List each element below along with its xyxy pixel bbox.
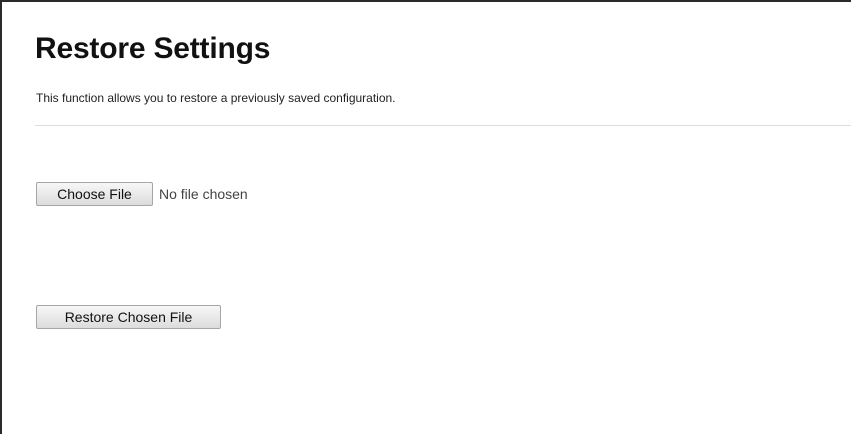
page-title: Restore Settings (35, 32, 271, 65)
page-description: This function allows you to restore a pr… (36, 91, 396, 105)
restore-chosen-file-button[interactable]: Restore Chosen File (36, 305, 221, 329)
file-status-text: No file chosen (159, 186, 248, 202)
section-divider (35, 125, 851, 126)
choose-file-button[interactable]: Choose File (36, 182, 153, 206)
file-picker: Choose File No file chosen (36, 182, 248, 206)
restore-settings-panel: Restore Settings This function allows yo… (0, 0, 851, 434)
